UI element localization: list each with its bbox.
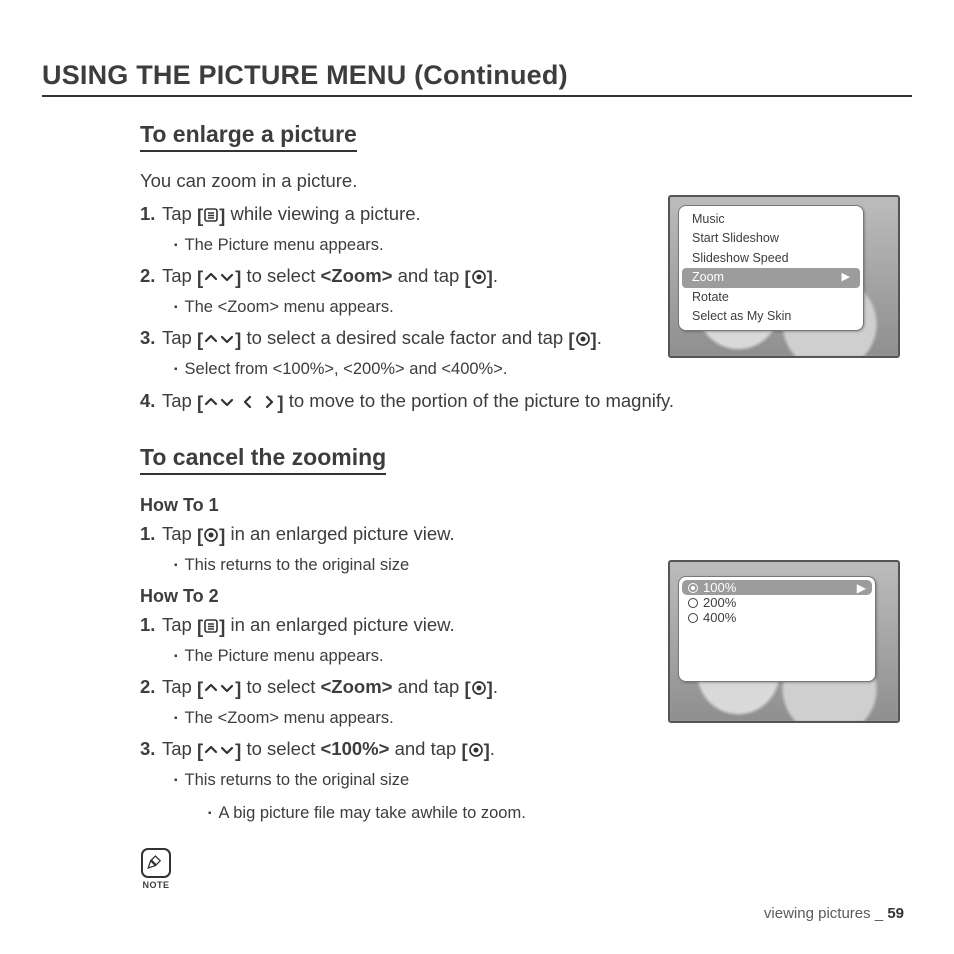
howto1-step1-sub: This returns to the original size — [174, 554, 605, 576]
page-number: 59 — [887, 905, 904, 922]
menu-icon — [203, 618, 219, 634]
step-3-sub: Select from <100%>, <200%> and <400%>. — [174, 358, 605, 380]
radio-off-icon — [688, 598, 698, 608]
zoom-option-400: 400% — [682, 610, 872, 625]
device-screenshot-menu: Music Start Slideshow Slideshow Speed Zo… — [668, 195, 900, 358]
zoom-option-100: 100%▶ — [682, 580, 872, 595]
section-cancel-heading: To cancel the zooming — [140, 444, 386, 475]
step-2-sub: The <Zoom> menu appears. — [174, 296, 605, 318]
select-icon — [203, 527, 219, 543]
radio-on-icon — [688, 583, 698, 593]
down-icon — [219, 742, 235, 758]
howto1-step1: 1.Tap [] in an enlarged picture view. Th… — [140, 522, 605, 576]
page-title: USING THE PICTURE MENU (Continued) — [42, 60, 912, 97]
menu-item-slideshow-speed: Slideshow Speed — [682, 249, 860, 268]
note-badge: NOTE — [140, 848, 172, 890]
select-icon — [471, 269, 487, 285]
section-enlarge-intro: You can zoom in a picture. — [140, 170, 912, 192]
menu-item-zoom: Zoom▶ — [682, 268, 860, 287]
howto2-step3: 3.Tap [] to select <100%> and tap []. Th… — [140, 737, 605, 791]
up-icon — [203, 331, 219, 347]
howto2-step2: 2.Tap [] to select <Zoom> and tap []. Th… — [140, 675, 605, 729]
step-1-sub: The Picture menu appears. — [174, 234, 605, 256]
menu-item-start-slideshow: Start Slideshow — [682, 229, 860, 248]
select-icon — [471, 680, 487, 696]
menu-icon — [203, 207, 219, 223]
down-icon — [219, 331, 235, 347]
howto2-step1: 1.Tap [] in an enlarged picture view. Th… — [140, 613, 605, 667]
left-icon — [240, 394, 256, 410]
howto2-step1-sub: The Picture menu appears. — [174, 645, 605, 667]
menu-item-music: Music — [682, 210, 860, 229]
right-icon — [261, 394, 277, 410]
howto-1-heading: How To 1 — [140, 495, 912, 516]
howto2-step2-sub: The <Zoom> menu appears. — [174, 707, 605, 729]
page-footer: viewing pictures _ 59 — [764, 905, 904, 922]
step-3: 3.Tap [] to select a desired scale facto… — [140, 326, 605, 380]
device-screenshot-zoom: 100%▶ 200% 400% — [668, 560, 900, 723]
picture-menu-panel: Music Start Slideshow Slideshow Speed Zo… — [678, 205, 864, 331]
select-icon — [575, 331, 591, 347]
step-4: 4.Tap [ ] to move to the portion of the … — [140, 389, 912, 416]
howto2-step3-sub: This returns to the original size — [174, 769, 605, 791]
menu-item-select-as-my-skin: Select as My Skin — [682, 307, 860, 326]
up-icon — [203, 394, 219, 410]
zoom-options-panel: 100%▶ 200% 400% — [678, 576, 876, 682]
chevron-right-icon: ▶ — [842, 269, 850, 286]
note-icon — [145, 852, 167, 874]
up-icon — [203, 680, 219, 696]
up-icon — [203, 269, 219, 285]
section-enlarge-heading: To enlarge a picture — [140, 121, 357, 152]
up-icon — [203, 742, 219, 758]
zoom-option-200: 200% — [682, 595, 872, 610]
select-icon — [468, 742, 484, 758]
radio-off-icon — [688, 613, 698, 623]
step-1: 1.Tap [] while viewing a picture. The Pi… — [140, 202, 605, 256]
down-icon — [219, 680, 235, 696]
chevron-right-icon: ▶ — [857, 581, 866, 595]
menu-item-rotate: Rotate — [682, 288, 860, 307]
step-2: 2.Tap [] to select <Zoom> and tap []. Th… — [140, 264, 605, 318]
down-icon — [219, 269, 235, 285]
note-text: A big picture file may take awhile to zo… — [208, 804, 912, 823]
down-icon — [219, 394, 235, 410]
